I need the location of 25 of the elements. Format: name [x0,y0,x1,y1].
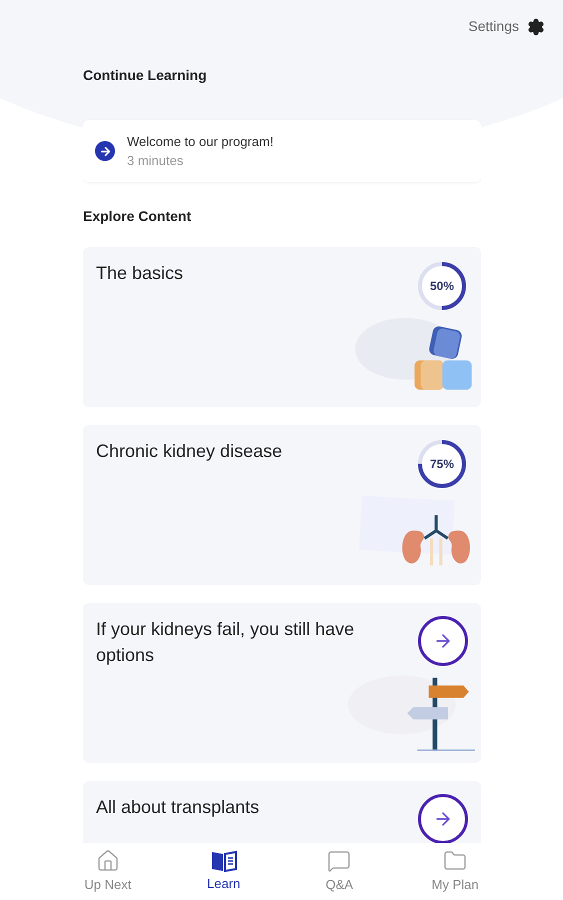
topic-card[interactable]: Chronic kidney disease 75% [83,425,481,585]
topic-title: If your kidneys fail, you still have options [96,618,356,667]
section-title: Continue Learning [83,66,208,85]
book-icon [210,850,237,872]
topic-card[interactable]: All about transplants [83,781,481,843]
nav-tab[interactable]: Learn [178,843,269,900]
topic-title: The basics [96,262,184,285]
nav-tab[interactable]: Q&A [294,843,384,900]
section-title: Explore Content [83,207,192,226]
topic-title: All about transplants [96,796,260,819]
topic-card[interactable]: If your kidneys fail, you still have options [83,603,481,763]
start-button[interactable] [418,794,468,843]
start-button[interactable] [418,616,468,666]
progress-percent: 50% [428,278,456,295]
chat-icon [327,848,352,873]
lesson-duration: 3 minutes [127,152,184,170]
home-icon [96,848,120,873]
topic-card[interactable]: The basics 50% [83,247,481,407]
lesson-title: Welcome to our program! [127,132,274,151]
settings-button[interactable]: Settings [468,16,545,37]
topic-title: Chronic kidney disease [96,440,284,463]
progress-percent: 75% [428,456,456,473]
continue-card[interactable]: Welcome to our program! 3 minutes [83,120,481,182]
nav-tab[interactable]: My Plan [410,843,500,900]
nav-tab[interactable]: Up Next [62,843,153,900]
